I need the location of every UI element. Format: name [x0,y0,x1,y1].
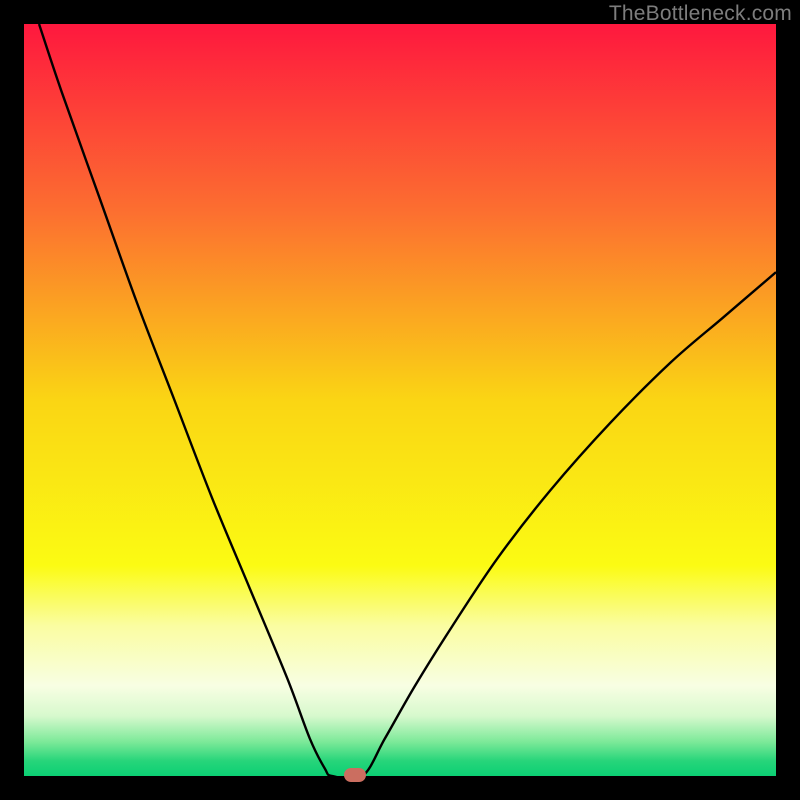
attribution-text: TheBottleneck.com [609,2,792,26]
minimum-marker [344,768,366,782]
gradient-rect [24,24,776,776]
plot-area [24,24,776,776]
bottleneck-curve-chart [24,24,776,776]
chart-frame: TheBottleneck.com [0,0,800,800]
